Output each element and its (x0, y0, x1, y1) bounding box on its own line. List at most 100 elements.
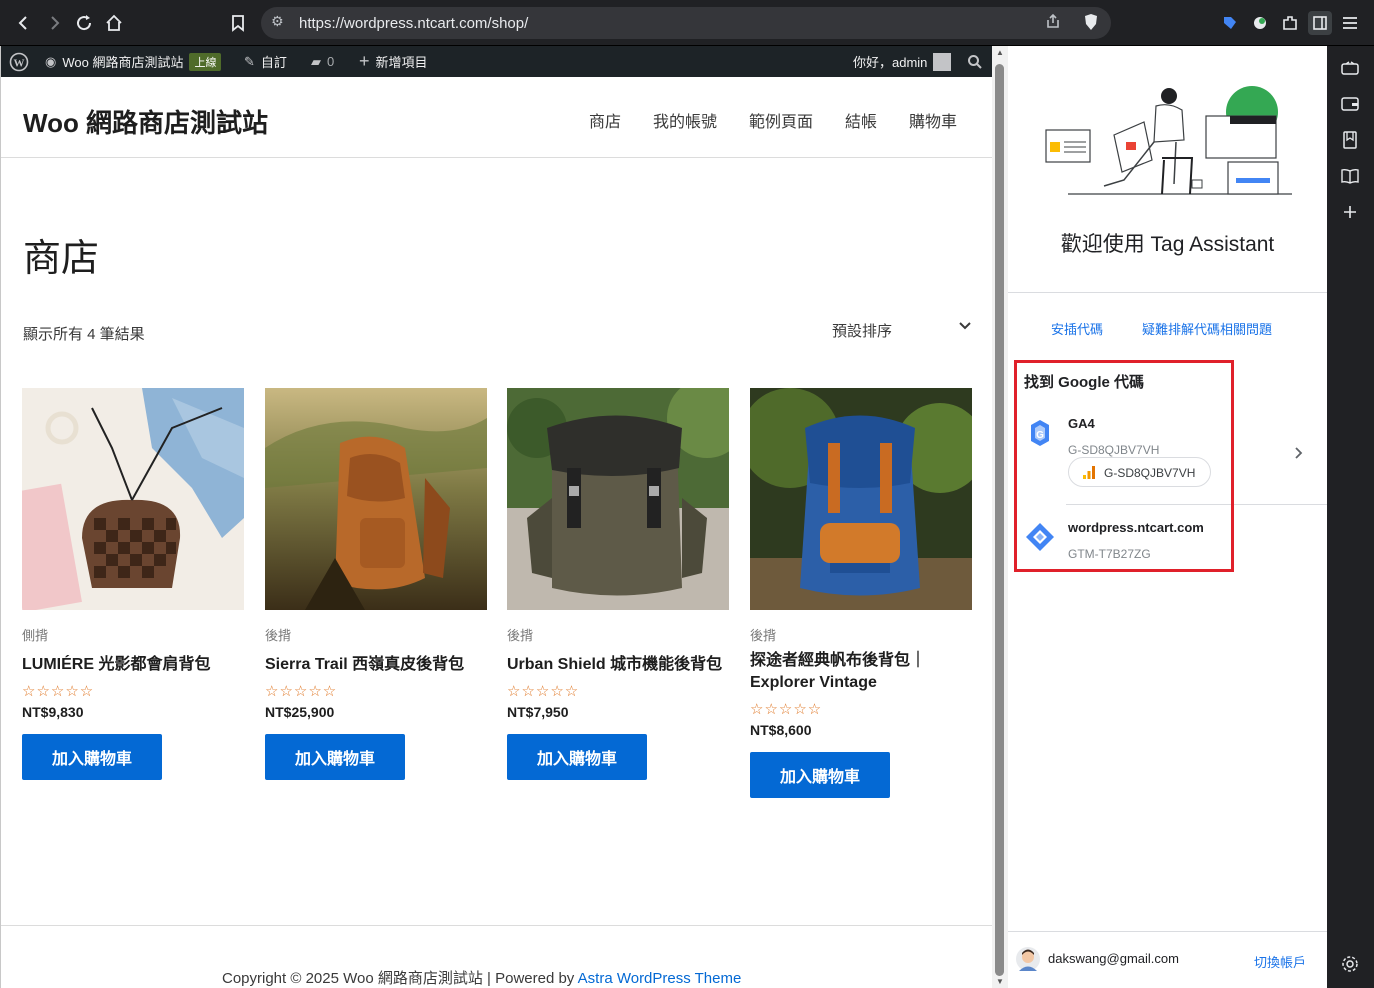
product-image[interactable] (265, 388, 487, 610)
product-price: NT$7,950 (507, 704, 569, 720)
highlight-box (1014, 360, 1234, 572)
product-category[interactable]: 後揹 (265, 625, 487, 644)
chevron-right-icon[interactable] (1294, 446, 1304, 460)
site-settings-icon[interactable]: ⚙ (271, 13, 284, 30)
plus-icon: + (359, 51, 370, 71)
new-item-link[interactable]: + 新增項目 (359, 46, 428, 77)
comments-count: 0 (327, 54, 335, 69)
wp-admin-bar: W ◉ Woo 網路商店測試站 上線 ✎ 自訂 ▰ 0 + 新增項目 你好，ad… (1, 46, 992, 77)
scroll-down-arrow-icon[interactable]: ▼ (996, 977, 1004, 986)
nav-cart[interactable]: 購物車 (909, 108, 957, 132)
extensions-puzzle-icon[interactable] (1278, 11, 1302, 35)
rating-stars: ☆☆☆☆☆ (750, 701, 823, 718)
nav-my-account[interactable]: 我的帳號 (653, 108, 717, 132)
address-bar[interactable]: ⚙ https://wordpress.ntcart.com/shop/ (261, 7, 1111, 39)
brush-icon: ✎ (244, 53, 255, 69)
scroll-up-arrow-icon[interactable]: ▲ (996, 48, 1004, 57)
add-to-cart-button[interactable]: 加入購物車 (265, 734, 405, 780)
site-title[interactable]: Woo 網路商店測試站 (23, 103, 268, 140)
reload-icon[interactable] (72, 11, 96, 35)
media-icon[interactable] (1340, 58, 1360, 78)
extension-tag-icon[interactable] (1218, 11, 1242, 35)
product-category[interactable]: 側揹 (22, 625, 244, 644)
share-icon[interactable] (1045, 13, 1061, 32)
product-category[interactable]: 後揹 (750, 625, 972, 644)
browser-side-rail (1327, 46, 1374, 988)
product-card: 後揹 探途者經典帆布後背包｜Explorer Vintage ☆☆☆☆☆ NT$… (750, 388, 972, 798)
product-card: 後揹 Sierra Trail 西嶺真皮後背包 ☆☆☆☆☆ NT$25,900 … (265, 388, 487, 780)
brave-shield-icon[interactable] (1083, 13, 1099, 34)
product-image[interactable] (750, 388, 972, 610)
rating-stars: ☆☆☆☆☆ (507, 683, 580, 700)
new-item-label: 新增項目 (375, 55, 428, 70)
product-name[interactable]: 探途者經典帆布後背包｜Explorer Vintage (750, 650, 972, 694)
account-menu[interactable]: 你好，admin (853, 46, 952, 77)
page-scrollbar[interactable]: ▲ ▼ (992, 46, 1008, 988)
customize-label: 自訂 (260, 55, 287, 70)
product-name[interactable]: LUMIÉRE 光影都會肩背包 (22, 654, 244, 676)
account-avatar[interactable] (1016, 946, 1040, 972)
greeting-label: 你好，admin (853, 55, 928, 70)
tag-assistant-panel: 歡迎使用 Tag Assistant 安插代碼 疑難排解代碼相關問題 找到 Go… (1008, 46, 1327, 988)
rating-stars: ☆☆☆☆☆ (22, 683, 95, 700)
welcome-illustration (1045, 86, 1292, 195)
wordpress-logo-icon[interactable]: W (9, 46, 29, 77)
product-category[interactable]: 後揹 (507, 625, 729, 644)
reading-list-icon[interactable] (1340, 166, 1360, 186)
forward-icon[interactable] (42, 11, 66, 35)
sort-select[interactable]: 預設排序 (832, 320, 972, 341)
welcome-title: 歡迎使用 Tag Assistant (1060, 233, 1275, 256)
nav-shop[interactable]: 商店 (589, 108, 621, 132)
install-tag-link[interactable]: 安插代碼 (1051, 319, 1103, 338)
sort-value: 預設排序 (832, 323, 893, 340)
add-to-cart-button[interactable]: 加入購物車 (22, 734, 162, 780)
menu-icon[interactable] (1338, 11, 1362, 35)
comment-icon: ▰ (311, 53, 321, 69)
panel-divider (1008, 292, 1327, 293)
live-badge: 上線 (189, 52, 222, 71)
admin-site-menu[interactable]: ◉ Woo 網路商店測試站 上線 (45, 46, 222, 77)
extension-ball-icon[interactable] (1248, 11, 1272, 35)
wallet-icon[interactable] (1340, 94, 1360, 114)
browser-toolbar: ⚙ https://wordpress.ntcart.com/shop/ (0, 0, 1374, 46)
bookmark-icon[interactable] (226, 11, 250, 35)
footer-divider (1, 925, 992, 926)
scrollbar-thumb[interactable] (995, 64, 1004, 976)
sidebar-toggle-icon[interactable] (1308, 11, 1332, 35)
product-card: 後揹 Urban Shield 城市機能後背包 ☆☆☆☆☆ NT$7,950 加… (507, 388, 729, 780)
chevron-down-icon (958, 318, 972, 335)
copyright-text: Copyright © 2025 Woo 網路商店測試站 | Powered b… (222, 970, 578, 987)
add-panel-icon[interactable] (1340, 202, 1360, 222)
comments-link[interactable]: ▰ 0 (311, 46, 334, 77)
admin-search-icon[interactable] (967, 46, 983, 77)
add-to-cart-button[interactable]: 加入購物車 (507, 734, 647, 780)
switch-account-link[interactable]: 切換帳戶 (1254, 952, 1306, 971)
admin-avatar (933, 52, 952, 71)
url-text: https://wordpress.ntcart.com/shop/ (299, 15, 529, 32)
theme-link[interactable]: Astra WordPress Theme (578, 970, 742, 987)
product-image[interactable] (507, 388, 729, 610)
add-to-cart-button[interactable]: 加入購物車 (750, 752, 890, 798)
settings-gear-icon[interactable] (1340, 954, 1360, 974)
product-name[interactable]: Urban Shield 城市機能後背包 (507, 654, 729, 676)
rating-stars: ☆☆☆☆☆ (265, 683, 338, 700)
product-name[interactable]: Sierra Trail 西嶺真皮後背包 (265, 654, 487, 676)
admin-site-name: Woo 網路商店測試站 (62, 55, 184, 70)
product-image[interactable] (22, 388, 244, 610)
product-price: NT$8,600 (750, 722, 812, 738)
troubleshoot-link[interactable]: 疑難排解代碼相關問題 (1142, 319, 1272, 338)
back-icon[interactable] (12, 11, 36, 35)
product-price: NT$25,900 (265, 704, 335, 720)
home-icon[interactable] (102, 11, 126, 35)
customize-link[interactable]: ✎ 自訂 (244, 46, 287, 77)
site-page: Woo 網路商店測試站 商店 我的帳號 範例頁面 結帳 購物車 商店 顯示所有 … (1, 77, 992, 988)
svg-text:W: W (14, 57, 25, 69)
bookmarks-panel-icon[interactable] (1340, 130, 1360, 150)
header-divider (1, 157, 992, 158)
nav-checkout[interactable]: 結帳 (845, 108, 877, 132)
product-card: 側揹 LUMIÉRE 光影都會肩背包 ☆☆☆☆☆ NT$9,830 加入購物車 (22, 388, 244, 780)
account-email: dakswang@gmail.com (1048, 951, 1179, 966)
result-count: 顯示所有 4 筆結果 (23, 326, 145, 343)
dashboard-icon: ◉ (45, 53, 57, 69)
nav-sample-page[interactable]: 範例頁面 (749, 108, 813, 132)
